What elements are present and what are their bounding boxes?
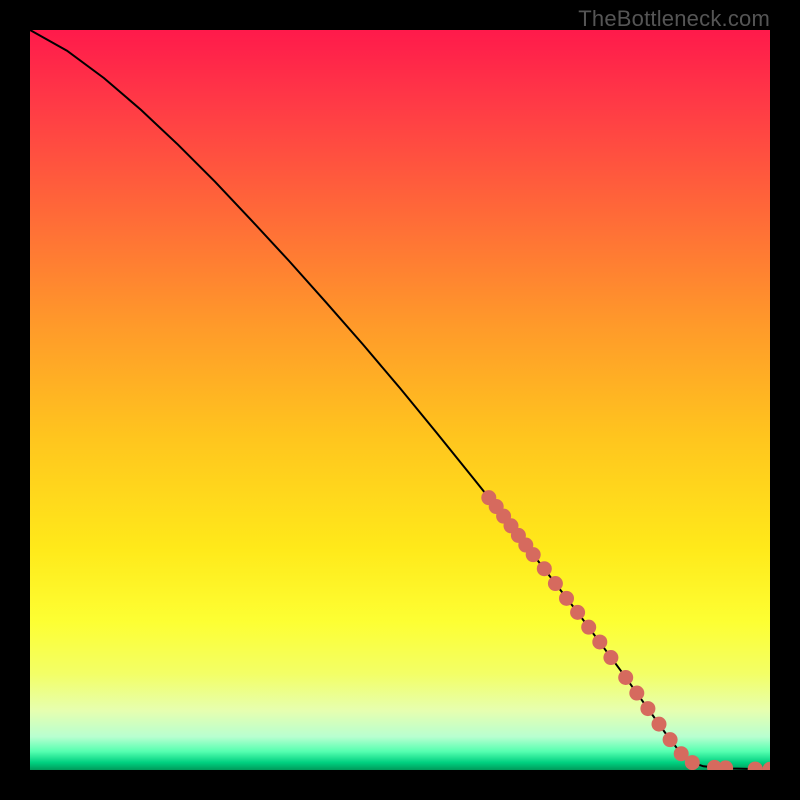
data-marker bbox=[663, 732, 678, 747]
data-marker bbox=[603, 650, 618, 665]
data-marker bbox=[548, 576, 563, 591]
data-marker bbox=[526, 547, 541, 562]
data-marker bbox=[537, 561, 552, 576]
data-marker bbox=[618, 670, 633, 685]
data-marker bbox=[640, 701, 655, 716]
chart-frame: TheBottleneck.com bbox=[0, 0, 800, 800]
data-marker bbox=[685, 755, 700, 770]
data-marker bbox=[581, 620, 596, 635]
data-marker bbox=[570, 605, 585, 620]
data-marker bbox=[652, 717, 667, 732]
plot-background bbox=[30, 30, 770, 770]
data-marker bbox=[592, 634, 607, 649]
bottleneck-chart bbox=[30, 30, 770, 770]
data-marker bbox=[559, 591, 574, 606]
data-marker bbox=[629, 686, 644, 701]
watermark-text: TheBottleneck.com bbox=[578, 6, 770, 32]
